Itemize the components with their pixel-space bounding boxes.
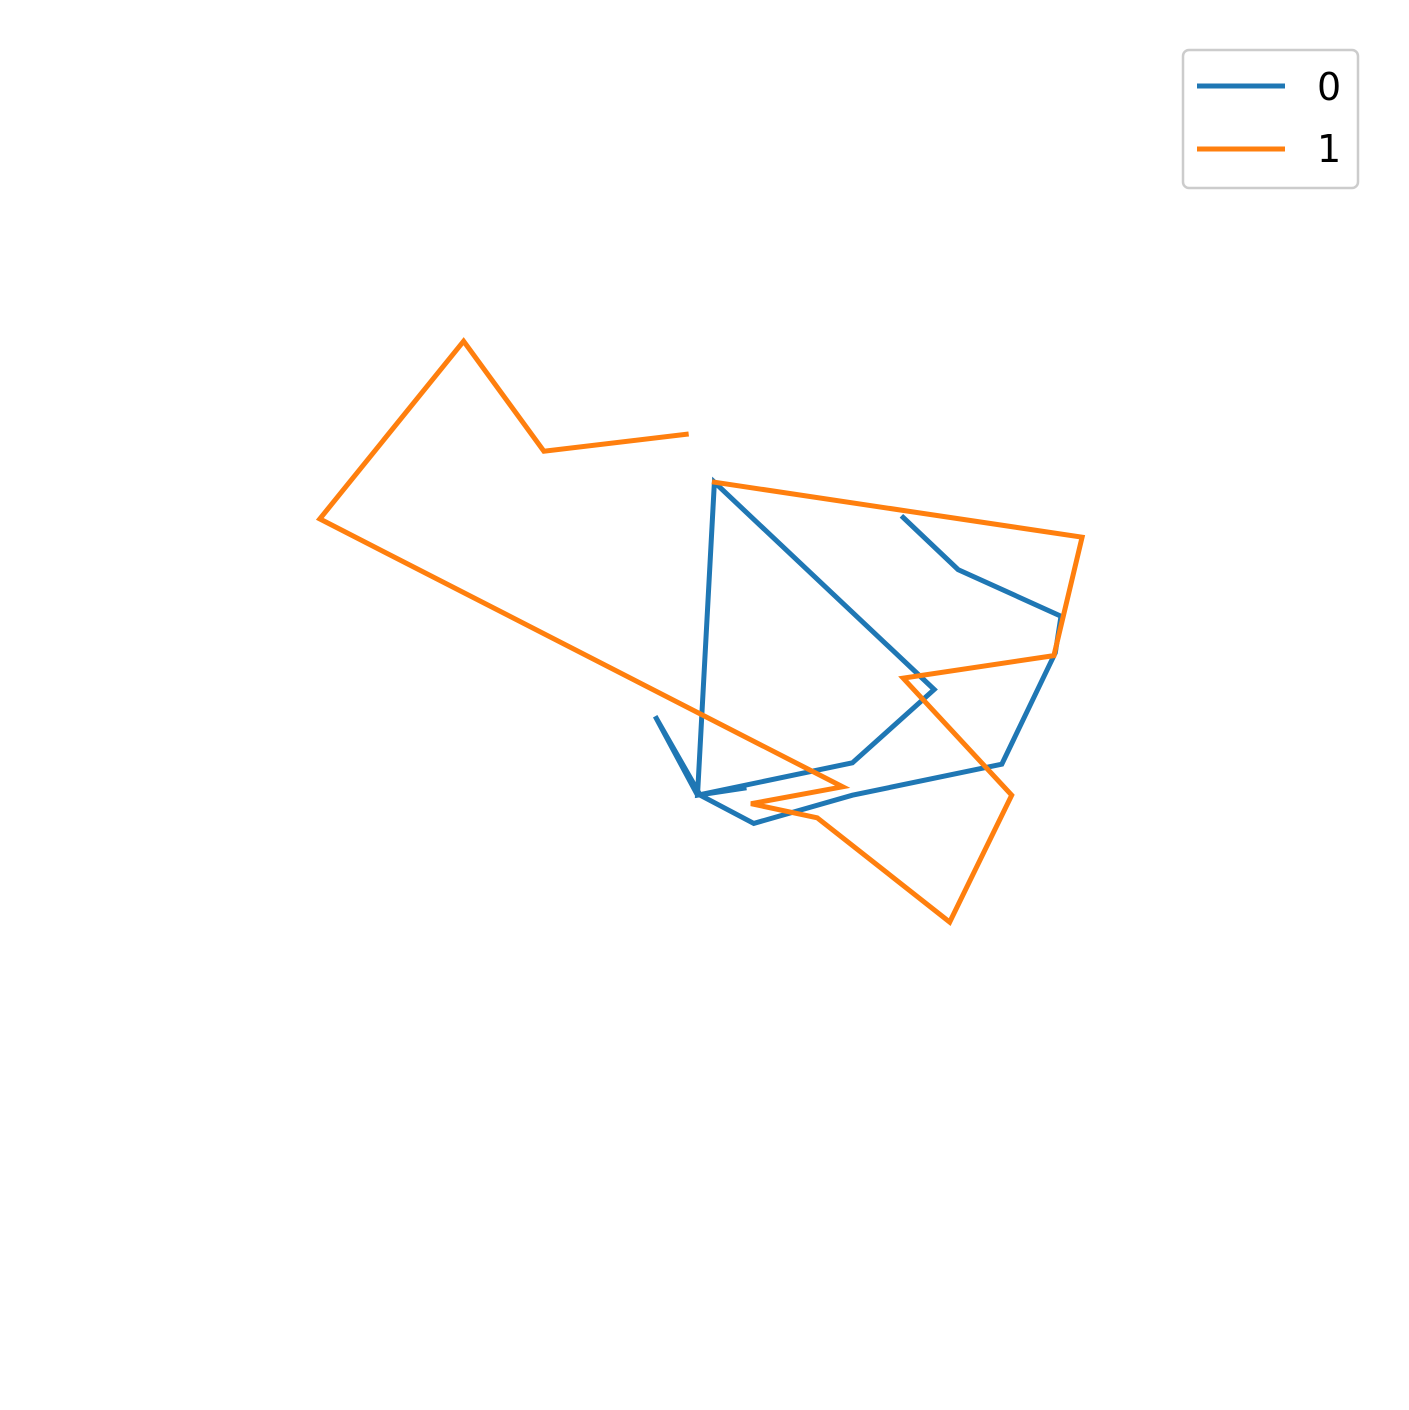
series-line-0	[652, 476, 1064, 827]
series-line-1	[315, 337, 1086, 926]
legend: 0 1	[1181, 48, 1360, 190]
plot-area	[315, 337, 1086, 926]
legend-label-series-1: 1	[1317, 127, 1341, 171]
legend-label-series-0: 0	[1317, 65, 1341, 109]
line-chart: 0 1	[315, 48, 1360, 926]
